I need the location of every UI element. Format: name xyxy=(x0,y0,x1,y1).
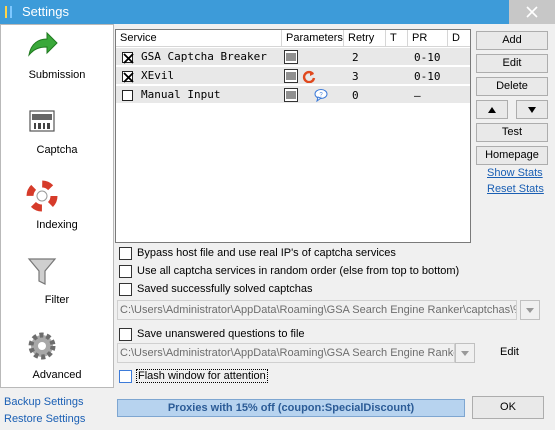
backup-settings-link[interactable]: Backup Settings xyxy=(4,395,85,412)
retry-value: 0 xyxy=(352,89,359,102)
table-row[interactable]: GSA Captcha Breaker 2 0-10 xyxy=(116,48,470,66)
gear-icon xyxy=(28,332,56,360)
column-header-service[interactable]: Service xyxy=(116,30,282,47)
checkmark-icon xyxy=(123,72,134,83)
arrow-down-icon xyxy=(528,107,536,113)
green-arrow-icon xyxy=(28,31,58,57)
service-name: XEvil xyxy=(141,69,175,82)
column-header-parameters[interactable]: Parameters xyxy=(282,30,344,47)
move-up-button[interactable] xyxy=(476,100,508,119)
solved-captchas-path-input[interactable]: C:\Users\Administrator\AppData\Roaming\G… xyxy=(117,300,517,320)
column-header-retry[interactable]: Retry xyxy=(344,30,386,47)
sidebar-item-label: Advanced xyxy=(32,369,82,381)
sidebar-item-indexing[interactable]: Indexing xyxy=(1,175,113,250)
close-icon xyxy=(526,6,538,18)
service-name: Manual Input xyxy=(141,88,221,101)
pr-value: – xyxy=(414,89,421,102)
unanswered-path-input[interactable]: C:\Users\Administrator\AppData\Roaming\G… xyxy=(117,343,455,363)
homepage-button[interactable]: Homepage xyxy=(476,146,548,165)
save-unanswered-label: Save unanswered questions to file xyxy=(137,328,305,340)
random-order-checkbox[interactable] xyxy=(119,265,132,278)
sidebar-item-captcha[interactable]: Captcha xyxy=(1,100,113,175)
sidebar-item-label: Submission xyxy=(28,69,86,81)
bypass-host-checkbox[interactable] xyxy=(119,247,132,260)
column-header-d[interactable]: D xyxy=(448,30,470,47)
unanswered-path-dropdown-button[interactable] xyxy=(455,343,475,363)
sidebar-item-label: Filter xyxy=(44,294,70,306)
save-solved-label: Saved successfully solved captchas xyxy=(137,283,313,295)
edit-button[interactable]: Edit xyxy=(476,54,548,73)
window-title: Settings xyxy=(22,4,69,19)
row-checkbox[interactable] xyxy=(122,52,134,64)
captcha-icon xyxy=(29,110,55,132)
row-checkbox[interactable] xyxy=(122,71,134,83)
sidebar-item-filter[interactable]: Filter xyxy=(1,250,113,325)
barcode-icon[interactable] xyxy=(284,88,298,102)
grid-header: Service Parameters Retry T PR D xyxy=(116,30,470,47)
close-button[interactable] xyxy=(509,0,555,24)
save-unanswered-checkbox[interactable] xyxy=(119,328,132,341)
help-bubble-icon[interactable]: ? xyxy=(314,88,328,102)
test-button[interactable]: Test xyxy=(476,123,548,142)
reset-stats-link[interactable]: Reset Stats xyxy=(487,183,544,195)
ok-button[interactable]: OK xyxy=(472,396,544,419)
chevron-down-icon xyxy=(461,351,469,356)
refresh-icon[interactable] xyxy=(302,69,316,83)
column-header-t[interactable]: T xyxy=(386,30,408,47)
lifebuoy-icon xyxy=(26,180,58,212)
row-checkbox[interactable] xyxy=(122,90,133,101)
sidebar-item-label: Indexing xyxy=(36,219,78,231)
sidebar: Submission Captcha Indexing Filter Advan… xyxy=(0,24,114,388)
bypass-host-label: Bypass host file and use real IP's of ca… xyxy=(137,247,396,259)
sidebar-item-submission[interactable]: Submission xyxy=(1,25,113,100)
service-name: GSA Captcha Breaker xyxy=(141,50,267,63)
captcha-services-grid[interactable]: Service Parameters Retry T PR D GSA Capt… xyxy=(115,29,471,243)
flash-window-label: Flash window for attention xyxy=(136,369,268,383)
move-down-button[interactable] xyxy=(516,100,548,119)
random-order-label: Use all captcha services in random order… xyxy=(137,265,460,277)
restore-settings-link[interactable]: Restore Settings xyxy=(4,412,85,429)
add-button[interactable]: Add xyxy=(476,31,548,50)
solved-path-dropdown-button[interactable] xyxy=(520,300,540,320)
funnel-icon xyxy=(27,258,57,285)
checkmark-icon xyxy=(123,53,134,64)
sidebar-links: Backup Settings Restore Settings xyxy=(4,395,85,429)
app-icon xyxy=(5,6,12,18)
show-stats-link[interactable]: Show Stats xyxy=(487,167,543,179)
chevron-down-icon xyxy=(526,308,534,313)
sidebar-item-advanced[interactable]: Advanced xyxy=(1,325,113,400)
edit-unanswered-button[interactable]: Edit xyxy=(500,346,519,358)
retry-value: 3 xyxy=(352,70,359,83)
column-header-pr[interactable]: PR xyxy=(408,30,448,47)
table-row[interactable]: XEvil 3 0-10 xyxy=(116,67,470,85)
arrow-up-icon xyxy=(488,107,496,113)
proxy-discount-banner[interactable]: Proxies with 15% off (coupon:SpecialDisc… xyxy=(117,399,465,417)
barcode-icon[interactable] xyxy=(284,50,298,64)
barcode-icon[interactable] xyxy=(284,69,298,83)
flash-window-checkbox[interactable] xyxy=(119,370,132,383)
pr-value: 0-10 xyxy=(414,70,441,83)
pr-value: 0-10 xyxy=(414,51,441,64)
sidebar-item-label: Captcha xyxy=(36,144,78,156)
save-solved-checkbox[interactable] xyxy=(119,283,132,296)
retry-value: 2 xyxy=(352,51,359,64)
table-row[interactable]: Manual Input ? 0 – xyxy=(116,86,470,104)
delete-button[interactable]: Delete xyxy=(476,77,548,96)
title-bar: Settings xyxy=(0,0,555,24)
